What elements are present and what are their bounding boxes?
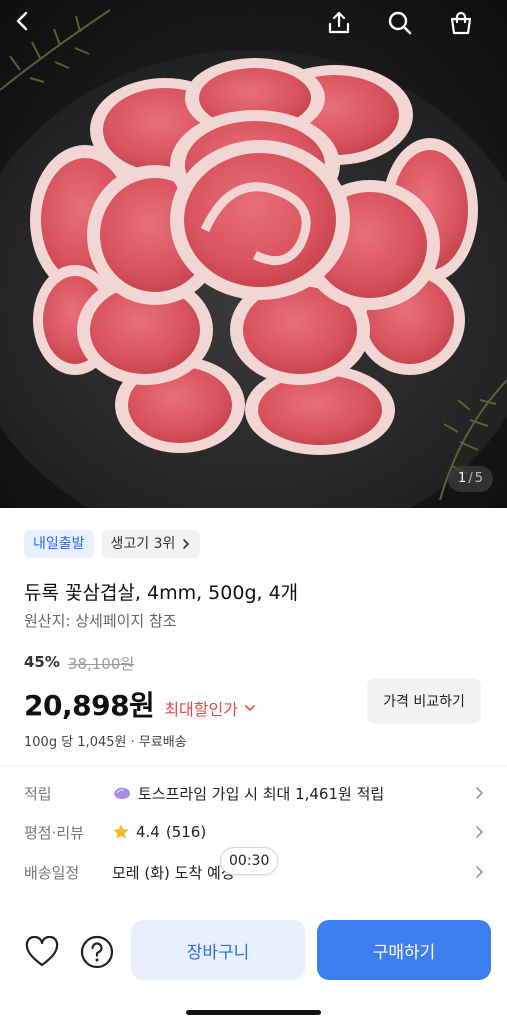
countdown-timer: 00:30 [220,847,279,875]
chevron-right-icon [183,539,190,549]
chevron-down-icon [245,705,255,712]
compare-price-button[interactable]: 가격 비교하기 [367,678,481,724]
wishlist-button[interactable] [22,932,62,972]
points-chevron [468,786,484,800]
unit-price-text: 100g 당 1,045원 · 무료배송 [24,735,187,750]
points-value: 토스프라임 가입 시 최대 1,461원 적립 [138,784,385,803]
rating-value-wrap: 4.4 (516) [112,823,468,841]
chevron-right-icon [476,866,484,878]
rating-chevron [468,825,484,839]
heart-icon [25,936,59,967]
product-title: 듀록 꽃삼겹살, 4mm, 500g, 4개 [24,582,299,604]
delivery-value: 모레 (화) 도착 예정 [112,863,235,882]
chevron-left-icon [16,11,28,31]
share-button[interactable] [326,10,362,46]
chevron-right-icon [476,826,484,838]
add-to-cart-button[interactable]: 장바구니 [131,920,305,980]
bag-icon [450,11,472,35]
max-discount-label: 최대할인가 [164,700,238,719]
review-count: (516) [165,823,207,841]
discount-row: 45% 38,100원 [24,653,134,674]
pork-belly-photo [0,9,507,508]
section-divider [0,765,507,766]
original-price: 38,100원 [67,655,135,673]
ranking-label: 생고기 3위 [110,536,176,552]
counter-total: 5 [474,471,483,486]
search-icon [388,11,412,35]
help-button[interactable] [77,932,117,972]
chevron-right-icon [476,787,484,799]
buy-now-button[interactable]: 구매하기 [317,920,491,980]
points-label: 적립 [24,784,52,803]
points-row[interactable]: 적립 토스프라임 가입 시 최대 1,461원 적립 [24,778,484,808]
delivery-chevron [468,865,484,879]
share-icon [328,11,350,34]
delivery-label: 배송일정 [24,863,80,882]
discount-rate: 45% [24,653,60,671]
delivery-badge: 내일출발 [24,530,94,558]
search-button[interactable] [387,10,423,46]
rating-score: 4.4 [136,823,160,841]
home-indicator [186,1010,321,1015]
question-icon [80,935,114,969]
back-button[interactable] [12,10,48,46]
price-row: 20,898원 최대할인가 [24,684,256,724]
rating-label: 평점·리뷰 [24,823,84,842]
image-counter: 1 / 5 [448,466,493,492]
max-discount-toggle[interactable]: 최대할인가 [164,696,256,720]
points-value-wrap: 토스프라임 가입 시 최대 1,461원 적립 [112,783,468,804]
counter-separator: / [468,471,473,486]
star-icon [113,824,129,839]
ranking-badge[interactable]: 생고기 3위 [101,530,201,558]
product-image[interactable]: 1 / 5 [0,0,507,508]
sale-price: 20,898원 [24,689,155,722]
origin-text: 원산지: 상세페이지 참조 [24,612,177,630]
toss-prime-icon [114,787,130,799]
rating-row[interactable]: 평점·리뷰 4.4 (516) [24,817,484,847]
counter-current: 1 [458,471,467,486]
cart-button[interactable] [448,10,484,46]
badge-row: 내일출발 생고기 3위 [24,530,201,558]
